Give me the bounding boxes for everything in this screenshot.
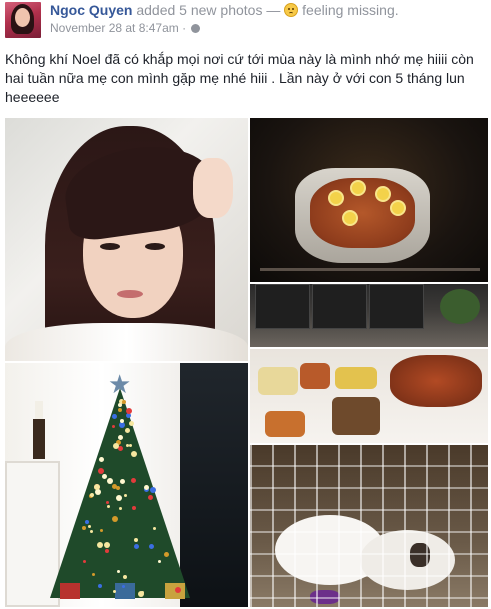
tree-ornament [131,506,136,511]
tree-ornament [143,484,149,490]
photo-eye-left [100,243,120,250]
tree-ornament [121,585,125,589]
photo-lemon-slice [350,180,366,196]
tree-ornament [125,407,132,414]
tree-ornament [163,551,169,557]
author-name-link[interactable]: Ngoc Quyen [50,2,132,18]
globe-icon[interactable] [191,24,201,33]
photo-gift [60,583,80,599]
tree-ornament [112,442,119,449]
photo-dish [332,397,380,435]
photo-cabinet [312,284,367,329]
photo-dish [335,367,377,389]
feeling-text: feeling missing. [302,2,399,18]
post-message: Không khí Noel đã có khắp mọi nơi cứ tới… [5,51,474,105]
photo-coat [5,323,248,361]
sad-face-icon [284,3,299,17]
post-meta: November 28 at 8:47am · [50,20,201,36]
tree-ornament [96,541,103,548]
photo-cabinet [369,284,424,329]
photo-oven-rack [260,268,480,271]
header-separator: — [266,2,281,18]
photo-plant [440,289,480,324]
photo-lips [117,290,143,298]
photo-lemon-slice [328,190,344,206]
photo-christmas-tree[interactable]: ★ [5,363,248,607]
photo-cabinet [255,284,310,329]
tree-ornament [104,548,109,553]
tree-ornament [124,493,128,497]
photo-lemon-slice [390,200,406,216]
tree-ornament [107,504,111,508]
tree-ornament [153,526,157,530]
tree-ornament [103,542,110,549]
tree-ornament [134,543,140,549]
tree-ornament [130,450,137,457]
post-action: added 5 new photos [136,2,263,18]
tree-ornament [91,572,95,576]
photo-dish [258,367,298,395]
tree-ornament [115,494,122,501]
timestamp-separator: · [182,21,187,35]
tree-ornament [93,483,100,490]
tree-star-icon: ★ [108,369,132,399]
photo-dish [300,363,330,389]
tree-ornament [128,444,132,448]
photo-dinner-table[interactable] [250,349,488,443]
photo-window [180,363,248,607]
tree-ornament [84,519,89,524]
tree-ornament [112,414,116,418]
photo-candle-holder [33,419,45,459]
photo-dog-pen [250,445,488,607]
tree-ornament [89,529,93,533]
author-avatar[interactable] [5,2,41,38]
photo-oven-roast[interactable] [250,118,488,282]
photo-dish [390,355,482,407]
tree-ornament [99,529,103,532]
avatar-face [15,8,30,27]
photo-selfie[interactable] [5,118,248,361]
photo-gift [115,583,135,599]
photo-kitchen[interactable] [250,284,488,347]
photo-candle [35,401,43,421]
tree-ornament [112,424,116,428]
tree-ornament [97,584,102,589]
tree-ornament [111,515,118,522]
photo-lemon-slice [342,210,358,226]
tree-ornament [119,479,125,485]
photo-dish [265,411,305,437]
photo-lemon-slice [375,186,391,202]
tree-ornament [174,586,181,593]
photo-dogs[interactable] [250,445,488,607]
post-timestamp[interactable]: November 28 at 8:47am [50,21,179,35]
tree-ornament [121,399,126,404]
photo-eye-right [145,243,165,250]
post-header: Ngoc Quyen added 5 new photos — feeling … [50,1,399,19]
tree-ornament [119,419,124,424]
photo-hand [193,158,233,218]
tree-ornament [133,537,138,542]
tree-ornament [127,413,131,417]
